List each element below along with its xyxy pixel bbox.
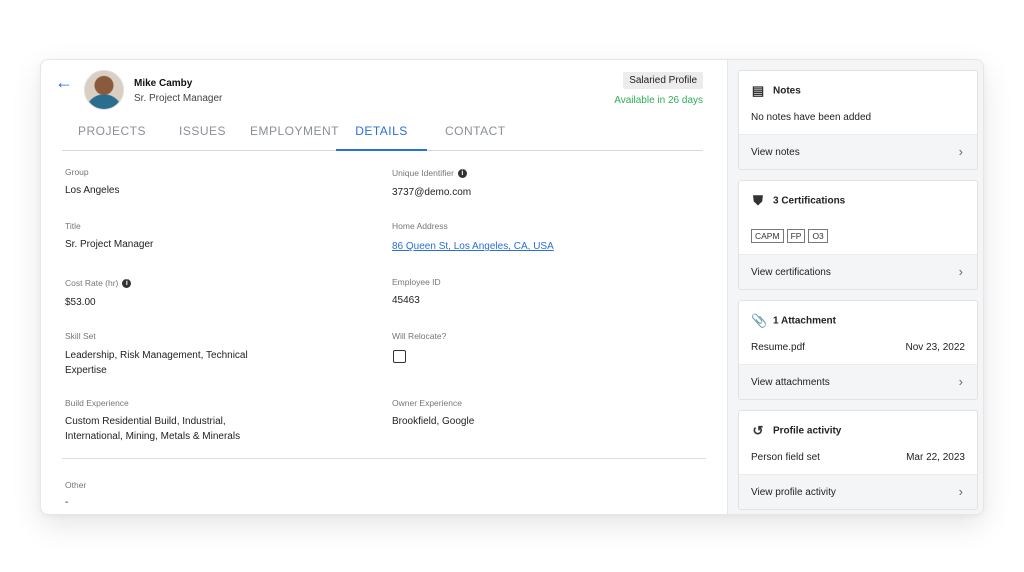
owner-experience-label: Owner Experience: [392, 398, 462, 408]
employee-id-value: 45463: [392, 295, 420, 306]
home-address-label: Home Address: [392, 221, 448, 231]
profile-sidebar: ▤ Notes No notes have been added View not…: [727, 60, 983, 514]
view-profile-activity-label: View profile activity: [751, 487, 836, 498]
skill-set-label: Skill Set: [65, 331, 96, 341]
certification-tag: O3: [808, 229, 828, 243]
build-experience-value: Custom Residential Build, Industrial, In…: [65, 416, 241, 442]
group-value: Los Angeles: [65, 185, 120, 196]
view-attachments-button[interactable]: View attachments ›: [739, 364, 977, 399]
profile-card: ← Mike Camby Sr. Project Manager Salarie…: [40, 59, 984, 515]
view-notes-label: View notes: [751, 147, 800, 158]
attachments-panel: 📎 1 Attachment Resume.pdf Nov 23, 2022 Vi…: [738, 300, 978, 400]
other-value: -: [65, 497, 69, 508]
unique-identifier-value: 3737@demo.com: [392, 187, 472, 198]
history-icon: ↺: [752, 423, 764, 438]
chevron-right-icon: ›: [958, 484, 963, 499]
view-attachments-label: View attachments: [751, 377, 830, 388]
home-address-value: 86 Queen St, Los Angeles, CA, USA: [392, 239, 554, 254]
certification-tags: CAPM FP O3: [751, 226, 831, 244]
tab-employment[interactable]: EMPLOYMENT: [250, 124, 339, 149]
info-icon[interactable]: i: [122, 279, 132, 289]
certification-tag: CAPM: [751, 229, 784, 243]
title-value: Sr. Project Manager: [65, 239, 154, 250]
cost-rate-label: Cost Rate (hr) i: [65, 278, 132, 289]
view-profile-activity-button[interactable]: View profile activity ›: [739, 474, 977, 509]
availability-status: Available in 26 days: [614, 95, 703, 106]
unique-identifier-label: Unique Identifier i: [392, 168, 467, 179]
employee-id-label: Employee ID: [392, 277, 441, 287]
certifications-panel: ⛊ 3 Certifications CAPM FP O3 View certific…: [738, 180, 978, 290]
other-label: Other: [65, 480, 87, 490]
view-certifications-label: View certifications: [751, 267, 831, 278]
will-relocate-label: Will Relocate?: [392, 331, 447, 341]
view-certifications-button[interactable]: View certifications ›: [739, 254, 977, 289]
title-label: Title: [65, 221, 81, 231]
info-icon[interactable]: i: [457, 169, 467, 179]
notes-header: ▤ Notes: [751, 84, 801, 98]
chevron-right-icon: ›: [958, 374, 963, 389]
view-notes-button[interactable]: View notes ›: [739, 134, 977, 169]
profile-activity-title: Profile activity: [773, 425, 842, 437]
cost-rate-value: $53.00: [65, 297, 96, 308]
group-label: Group: [65, 167, 89, 177]
build-experience-label: Build Experience: [65, 398, 129, 408]
salaried-profile-badge: Salaried Profile: [623, 72, 703, 89]
skill-set-value: Leadership, Risk Management, Technical E…: [65, 350, 248, 376]
activity-item: Person field set: [751, 452, 820, 463]
paperclip-icon: 📎: [751, 313, 768, 328]
arrow-left-icon[interactable]: ←: [55, 73, 73, 91]
notes-empty-text: No notes have been added: [751, 112, 872, 123]
attachment-file-name[interactable]: Resume.pdf: [751, 342, 805, 353]
attachments-header: 📎 1 Attachment: [751, 314, 836, 328]
attachment-date: Nov 23, 2022: [905, 342, 966, 353]
unique-identifier-label-text: Unique Identifier: [392, 168, 454, 178]
attachments-title: 1 Attachment: [773, 315, 836, 327]
certifications-title: 3 Certifications: [773, 195, 846, 207]
tab-issues[interactable]: ISSUES: [179, 124, 226, 149]
owner-experience-value: Brookfield, Google: [392, 416, 475, 427]
chevron-right-icon: ›: [958, 144, 963, 159]
will-relocate-checkbox[interactable]: [393, 350, 406, 363]
certifications-header: ⛊ 3 Certifications: [751, 194, 845, 208]
profile-activity-panel: ↺ Profile activity Person field set Mar 2…: [738, 410, 978, 510]
notes-panel: ▤ Notes No notes have been added View not…: [738, 70, 978, 170]
profile-name: Mike Camby: [134, 78, 193, 89]
profile-activity-header: ↺ Profile activity: [751, 423, 842, 438]
section-divider: [62, 458, 706, 459]
tab-projects[interactable]: PROJECTS: [78, 124, 146, 149]
activity-date: Mar 22, 2023: [906, 452, 965, 463]
home-address-link[interactable]: 86 Queen St, Los Angeles, CA, USA: [392, 241, 554, 252]
profile-role: Sr. Project Manager: [134, 93, 223, 104]
profile-tabs: PROJECTS ISSUES EMPLOYMENT DETAILS CONTA…: [62, 124, 703, 151]
profile-main: ← Mike Camby Sr. Project Manager Salarie…: [41, 60, 727, 514]
certification-tag: FP: [786, 229, 806, 243]
certificate-icon: ⛊: [753, 193, 763, 208]
tab-contact[interactable]: CONTACT: [445, 124, 505, 149]
notes-title: Notes: [773, 85, 801, 97]
notes-icon: ▤: [751, 83, 765, 98]
cost-rate-label-text: Cost Rate (hr): [65, 278, 119, 288]
tab-details[interactable]: DETAILS: [336, 124, 427, 151]
chevron-right-icon: ›: [958, 264, 963, 279]
avatar: [84, 70, 124, 110]
